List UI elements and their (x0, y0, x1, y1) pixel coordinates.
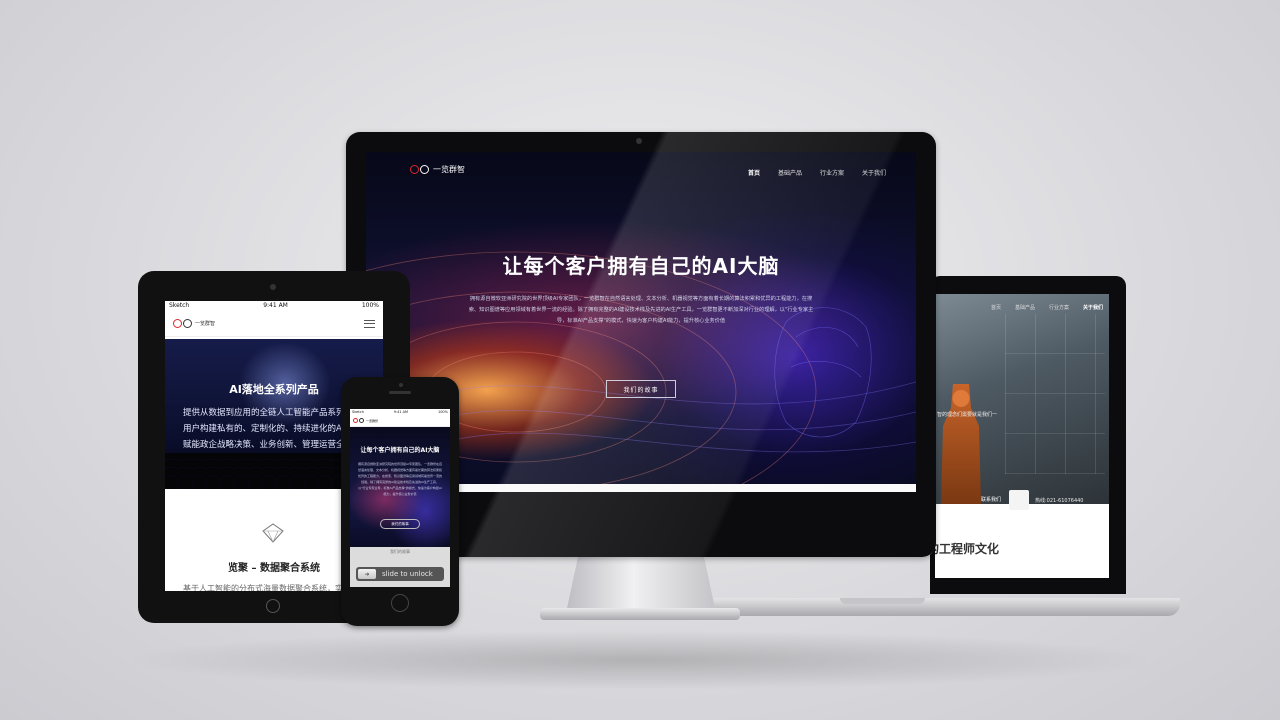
logo-mark-icon (410, 165, 429, 174)
phone-our-story-button[interactable]: 我们的故事 (380, 519, 420, 529)
qr-code-icon (1009, 490, 1029, 510)
imac-base (540, 608, 740, 620)
tablet-carrier: Sketch (169, 302, 190, 309)
laptop-screen: 首页 基础产品 行业方案 关于我们 智的理念们需要就是我们一 联系我们 热线:0… (935, 294, 1109, 578)
laptop-nav-about[interactable]: 关于我们 (1083, 304, 1103, 311)
phone-lock-area: 我们的故事 ➜ slide to unlock (350, 547, 450, 587)
brand-name: 一览群智 (433, 165, 465, 174)
nav-about[interactable]: 关于我们 (862, 168, 886, 177)
floor-shadow (120, 630, 1160, 690)
tablet-logo-text: 一览群智 (195, 321, 216, 327)
tablet-time: 9:41 AM (263, 302, 288, 309)
arrow-right-icon[interactable]: ➜ (358, 569, 376, 579)
laptop-base (714, 598, 1180, 616)
logo-mark-icon[interactable] (353, 418, 364, 423)
slide-to-unlock-label: slide to unlock (382, 570, 433, 578)
phone-screen: Sketch 9:41 AM 100% 一览群智 让每个客户拥有自己的AI大脑 … (350, 409, 450, 587)
diamond-outline-icon (262, 523, 284, 543)
tablet-logo[interactable]: 一览群智 (173, 319, 215, 328)
phone-logo-text: 一览群智 (366, 418, 379, 423)
laptop-nav: 首页 基础产品 行业方案 关于我们 (991, 304, 1103, 311)
phone-hero-description: 拥有源自微软亚洲研究院的世界顶级AI专家团队，一览群智在自然语言处理、文本分析、… (358, 462, 443, 496)
tablet-header: 一览群智 (165, 311, 383, 337)
phone-device: Sketch 9:41 AM 100% 一览群智 让每个客户拥有自己的AI大脑 … (341, 377, 459, 626)
laptop-nav-products[interactable]: 基础产品 (1015, 304, 1035, 311)
laptop-notch (840, 598, 925, 604)
camera-icon (636, 138, 642, 144)
laptop-contact-label: 联系我们 (981, 497, 1002, 503)
hamburger-menu-icon[interactable] (364, 319, 375, 328)
tablet-battery: 100% (361, 302, 379, 309)
laptop-lid: 首页 基础产品 行业方案 关于我们 智的理念们需要就是我们一 联系我们 热线:0… (930, 276, 1126, 594)
nav-products[interactable]: 基础产品 (778, 168, 802, 177)
phone-home-button-icon[interactable] (391, 594, 409, 612)
phone-time: 9:41 AM (393, 410, 409, 414)
phone-camera-icon (399, 383, 403, 387)
laptop-nav-solutions[interactable]: 行业方案 (1049, 304, 1069, 311)
our-story-button[interactable]: 我们的故事 (606, 380, 676, 398)
window-frame-graphic (1005, 314, 1105, 474)
nav-home[interactable]: 首页 (748, 168, 760, 177)
laptop-tagline: 智的理念们需要就是我们一 (937, 412, 998, 418)
phone-carrier: Sketch (352, 410, 364, 414)
phone-hero-title: 让每个客户拥有自己的AI大脑 (360, 447, 440, 454)
hero-title: 让每个客户拥有自己的AI大脑 (502, 254, 780, 278)
tablet-home-button-icon[interactable] (266, 599, 280, 613)
phone-battery: 100% (437, 410, 448, 414)
brand-logo[interactable]: 一览群智 (410, 164, 465, 175)
hero-description: 拥有源自微软亚洲研究院的世界顶级AI专家团队，一览群智在自然语言处理、文本分析、… (468, 296, 814, 324)
slide-to-unlock[interactable]: ➜ slide to unlock (356, 567, 444, 581)
phone-header: 一览群智 (350, 415, 450, 427)
imac-nav: 首页 基础产品 行业方案 关于我们 (748, 168, 886, 177)
imac-stand (566, 557, 716, 613)
laptop-phone-number: 热线:021-61076440 (1035, 498, 1084, 504)
laptop-section-title: 客户价值导向的工程师文化 (935, 542, 1000, 556)
phone-bottom-label: 我们的故事 (390, 549, 410, 554)
phone-speaker (389, 391, 411, 394)
phone-hero: 让每个客户拥有自己的AI大脑 拥有源自微软亚洲研究院的世界顶级AI专家团队，一览… (350, 427, 450, 547)
laptop-nav-home[interactable]: 首页 (991, 304, 1001, 311)
tablet-status-bar: Sketch 9:41 AM 100% (165, 301, 383, 310)
tablet-camera-icon (270, 284, 276, 290)
nav-solutions[interactable]: 行业方案 (820, 168, 844, 177)
person-silhouette (941, 384, 981, 504)
laptop-hero: 首页 基础产品 行业方案 关于我们 智的理念们需要就是我们一 联系我们 热线:0… (935, 294, 1109, 510)
logo-mark-icon (173, 319, 192, 328)
